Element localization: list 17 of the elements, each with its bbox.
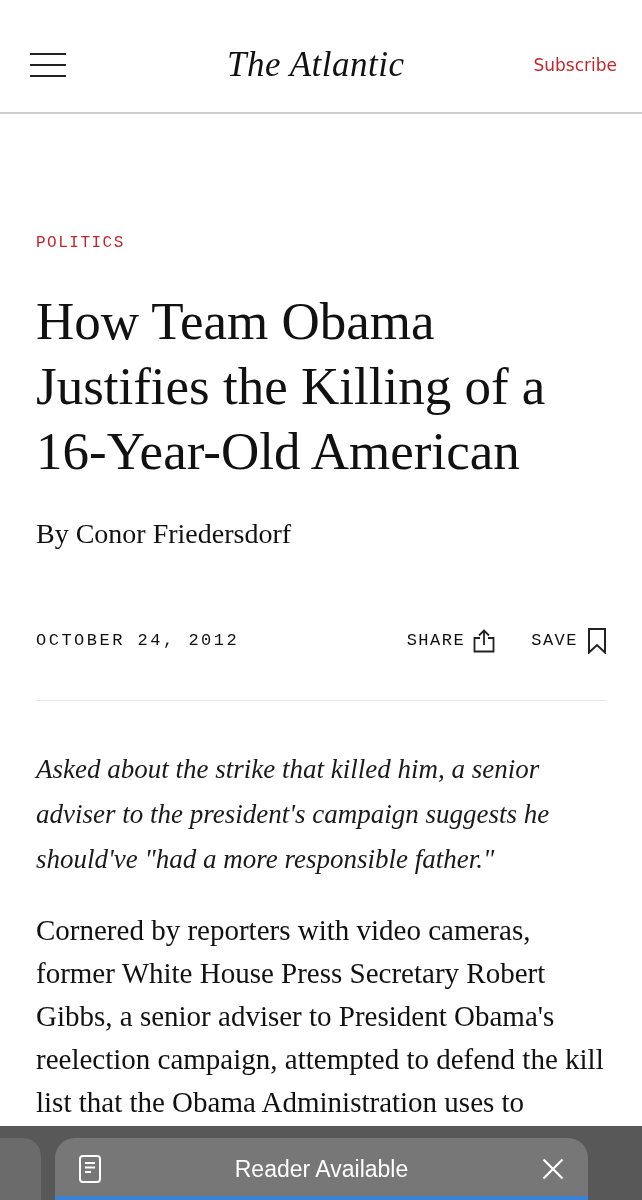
- reader-icon[interactable]: [79, 1155, 101, 1183]
- share-icon: [473, 629, 496, 653]
- share-button[interactable]: SHARE: [406, 628, 496, 654]
- menu-icon[interactable]: [30, 53, 66, 77]
- article-headline: How Team Obama Justifies the Killing of a 16-Year-Old American: [36, 291, 547, 482]
- subscribe-link[interactable]: Subscribe: [533, 53, 617, 77]
- article-byline: By Conor Friedersdorf: [36, 517, 292, 551]
- publish-date: OCTOBER 24, 2012: [36, 630, 240, 653]
- article-summary: Asked about the strike that killed him, a senior adviser to the president's campaign suggests he should've "had a more responsible father.": [36, 753, 551, 876]
- close-icon[interactable]: [542, 1158, 564, 1180]
- article-body: Cornered by reporters with video cameras, former White House Press Secretary Robert Gibbs, a senior adviser to President Obama's reelection campaign, attempted to defend the kill list that the Obama Administration uses to: [36, 913, 605, 1120]
- bookmark-icon: [588, 628, 606, 654]
- address-bar[interactable]: Reader Available: [55, 1138, 588, 1200]
- site-logo[interactable]: The Atlantic: [227, 45, 405, 85]
- save-button[interactable]: SAVE: [531, 628, 606, 654]
- section-label[interactable]: POLITICS: [36, 233, 125, 253]
- reader-available-label[interactable]: Reader Available: [101, 1151, 542, 1187]
